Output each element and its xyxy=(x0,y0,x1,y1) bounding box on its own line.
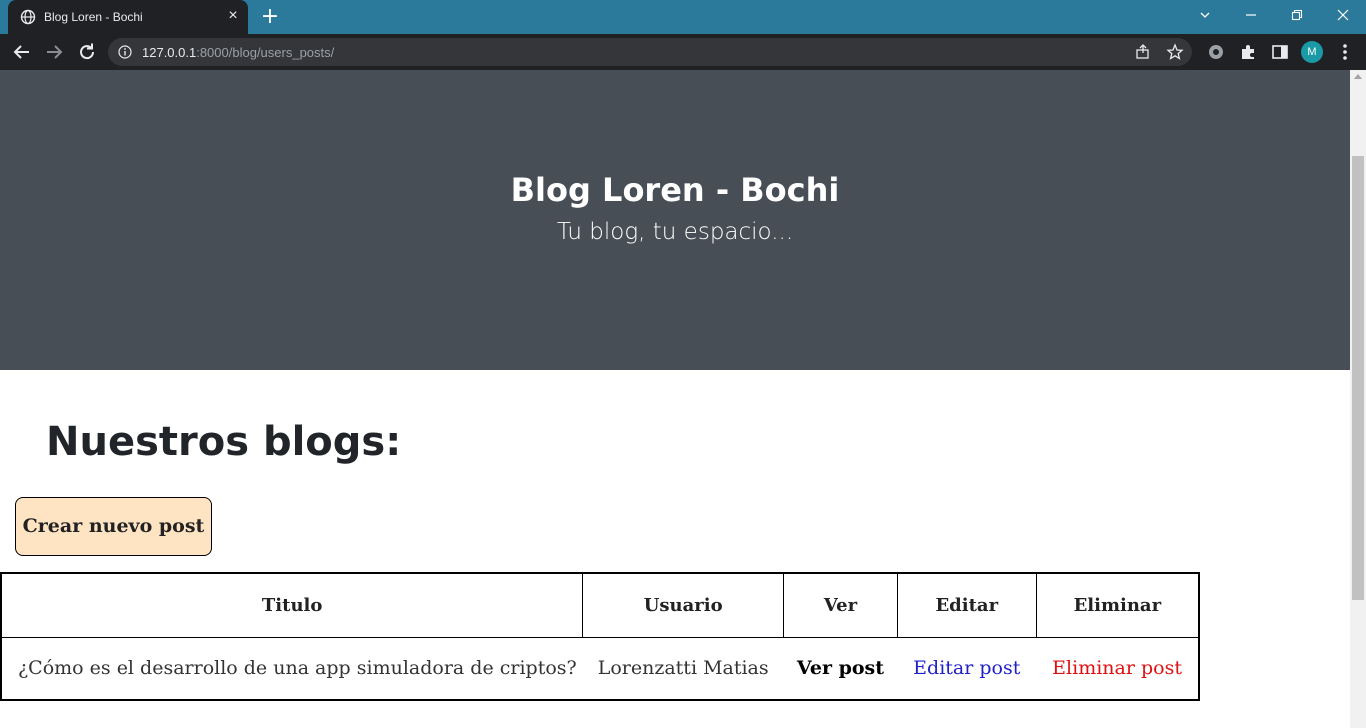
reload-icon[interactable] xyxy=(75,40,99,64)
close-tab-icon[interactable]: × xyxy=(225,8,241,24)
site-subtitle: Tu blog, tu espacio... xyxy=(556,219,794,245)
side-panel-icon[interactable] xyxy=(1271,43,1289,61)
url-text: 127.0.0.1:8000/blog/users_posts/ xyxy=(142,45,334,60)
column-header-title: Titulo xyxy=(0,572,584,638)
page-scrollbar[interactable] xyxy=(1350,70,1366,728)
column-header-view: Ver xyxy=(783,572,898,638)
view-post-link[interactable]: Ver post xyxy=(797,657,884,679)
page-viewport: Blog Loren - Bochi Tu blog, tu espacio..… xyxy=(0,70,1350,728)
delete-post-link[interactable]: Eliminar post xyxy=(1052,657,1182,679)
site-title: Blog Loren - Bochi xyxy=(510,171,840,209)
forward-arrow-icon[interactable] xyxy=(42,40,66,64)
back-arrow-icon[interactable] xyxy=(10,40,34,64)
url-host: 127.0.0.1 xyxy=(142,45,197,60)
extension-icon[interactable] xyxy=(1207,43,1225,61)
tab-strip: Blog Loren - Bochi × + xyxy=(0,0,1366,34)
profile-avatar[interactable]: M xyxy=(1301,41,1323,63)
minimize-button[interactable] xyxy=(1228,0,1274,30)
tab-search-button[interactable] xyxy=(1182,0,1228,30)
edit-post-link[interactable]: Editar post xyxy=(913,657,1020,679)
minimize-icon xyxy=(1246,14,1256,16)
chevron-down-icon xyxy=(1200,12,1210,18)
browser-toolbar: 127.0.0.1:8000/blog/users_posts/ M xyxy=(0,34,1366,70)
table-header-row: Titulo Usuario Ver Editar Eliminar xyxy=(0,572,1200,638)
site-header: Blog Loren - Bochi Tu blog, tu espacio..… xyxy=(0,70,1350,370)
post-user-cell: Lorenzatti Matias xyxy=(582,636,784,701)
edit-cell: Editar post xyxy=(897,636,1037,701)
view-cell: Ver post xyxy=(783,636,898,701)
column-header-user: Usuario xyxy=(582,572,785,638)
share-icon[interactable] xyxy=(1134,43,1152,61)
new-tab-button[interactable]: + xyxy=(258,5,282,29)
url-path: :8000/blog/users_posts/ xyxy=(196,45,335,60)
info-icon[interactable] xyxy=(118,45,132,59)
posts-table: Titulo Usuario Ver Editar Eliminar ¿Cómo… xyxy=(0,572,1200,701)
page-title: Nuestros blogs: xyxy=(46,419,402,465)
close-icon xyxy=(1337,9,1349,21)
column-header-delete: Eliminar xyxy=(1035,572,1200,638)
delete-cell: Eliminar post xyxy=(1036,636,1199,701)
post-title-cell: ¿Cómo es el desarrollo de una app simula… xyxy=(1,636,583,701)
bookmark-star-icon[interactable] xyxy=(1166,43,1184,61)
close-window-button[interactable] xyxy=(1320,0,1366,30)
globe-icon xyxy=(20,9,36,25)
restore-button[interactable] xyxy=(1274,0,1320,30)
column-header-edit: Editar xyxy=(896,572,1037,638)
browser-tab[interactable]: Blog Loren - Bochi × xyxy=(8,0,248,34)
scroll-up-arrow-icon[interactable] xyxy=(1354,74,1362,79)
create-post-button[interactable]: Crear nuevo post xyxy=(15,497,212,556)
tab-title: Blog Loren - Bochi xyxy=(44,10,143,24)
scrollbar-thumb[interactable] xyxy=(1352,156,1364,600)
more-menu-icon[interactable] xyxy=(1336,42,1354,62)
table-row: ¿Cómo es el desarrollo de una app simula… xyxy=(1,636,1199,701)
restore-icon xyxy=(1291,9,1303,21)
puzzle-icon[interactable] xyxy=(1239,43,1257,61)
address-bar[interactable]: 127.0.0.1:8000/blog/users_posts/ xyxy=(108,38,1192,66)
